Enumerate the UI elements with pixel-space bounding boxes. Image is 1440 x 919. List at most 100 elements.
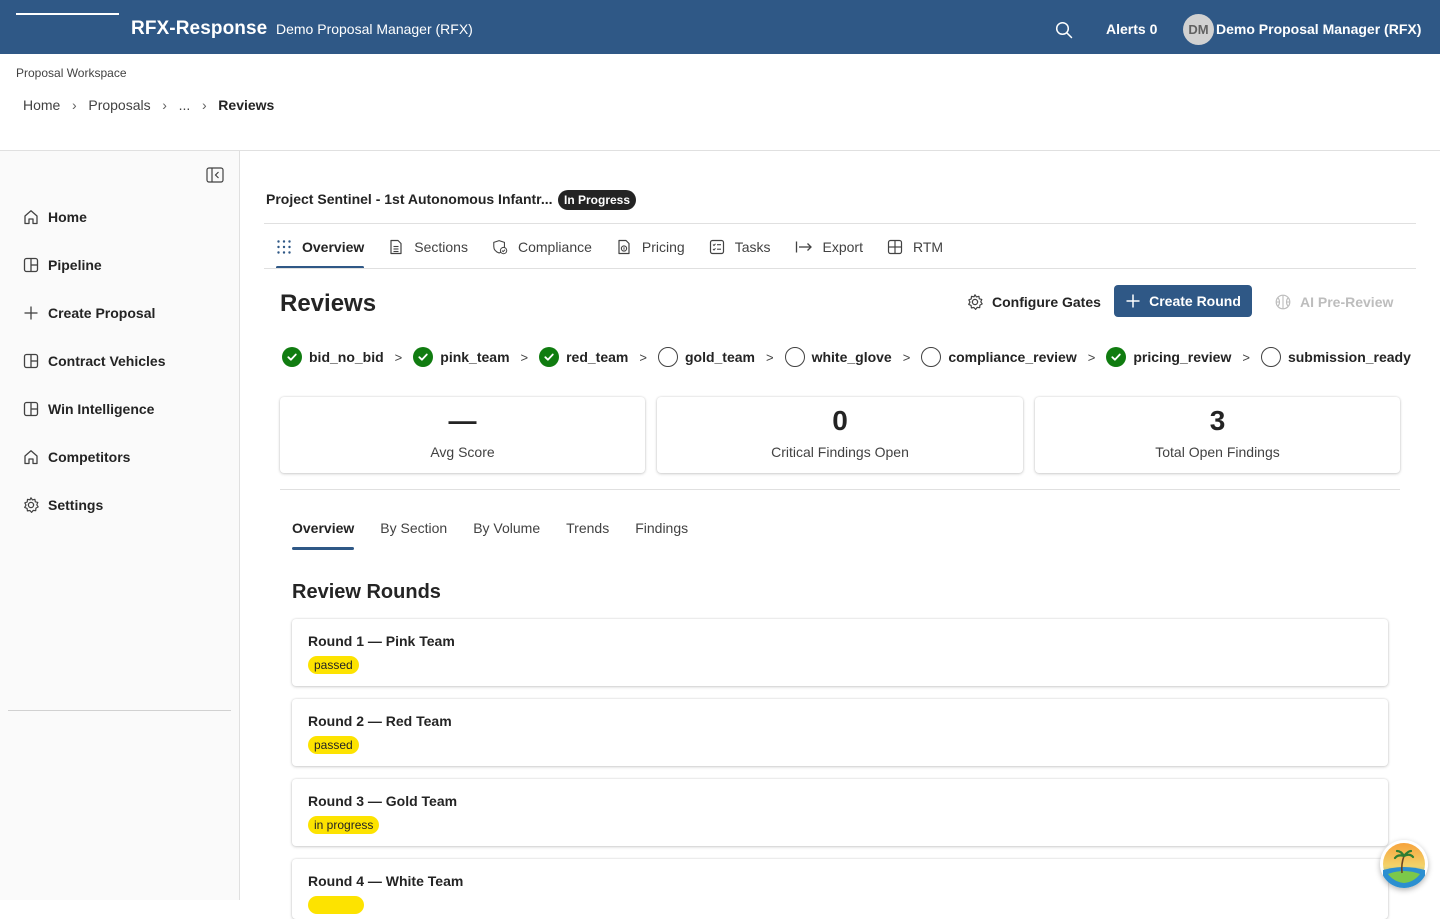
- tab-compliance[interactable]: Compliance: [482, 226, 602, 268]
- gate-label: pink_team: [440, 349, 510, 365]
- search-icon[interactable]: [1055, 21, 1073, 39]
- round-card[interactable]: Round 2 — Red Team passed: [292, 699, 1388, 766]
- proposal-tabs: Overview Sections Compliance Pricing Tas…: [266, 226, 957, 269]
- gate-pricing-review[interactable]: pricing_review: [1106, 347, 1231, 367]
- subtab-by-volume[interactable]: By Volume: [461, 512, 552, 550]
- sidebar-item-label: Home: [48, 209, 87, 225]
- gate-label: gold_team: [684, 349, 755, 365]
- stat-card-critical-findings: 0 Critical Findings Open: [657, 397, 1023, 473]
- round-card[interactable]: Round 3 — Gold Team in progress: [292, 779, 1388, 846]
- gate-pink-team[interactable]: pink_team: [413, 347, 510, 367]
- breadcrumb-current: Reviews: [218, 97, 275, 113]
- empty-circle-icon: [657, 347, 678, 367]
- subtab-trends[interactable]: Trends: [554, 512, 621, 550]
- chevron-right-icon: ›: [201, 97, 207, 113]
- gate-label: red_team: [566, 349, 629, 365]
- tab-sections[interactable]: Sections: [378, 226, 478, 268]
- sidebar-nav: Home Pipeline Create Proposal Contract V…: [0, 193, 239, 529]
- subtab-findings[interactable]: Findings: [623, 512, 700, 550]
- sidebar-item-contract-vehicles[interactable]: Contract Vehicles: [0, 337, 239, 385]
- sidebar-item-home[interactable]: Home: [0, 193, 239, 241]
- gate-label: pricing_review: [1133, 349, 1232, 365]
- empty-circle-icon: [1260, 347, 1281, 367]
- alerts-button[interactable]: Alerts 0: [1106, 21, 1157, 37]
- tab-export[interactable]: Export: [785, 226, 873, 268]
- tab-label: Overview: [302, 239, 365, 255]
- sidebar: Home Pipeline Create Proposal Contract V…: [0, 151, 240, 900]
- subtab-by-section[interactable]: By Section: [368, 512, 459, 550]
- chevron-right-icon: ›: [72, 97, 77, 113]
- gate-red-team[interactable]: red_team: [539, 347, 628, 367]
- sidebar-item-label: Create Proposal: [48, 305, 156, 321]
- tab-overview[interactable]: Overview: [266, 226, 374, 269]
- round-card[interactable]: Round 4 — White Team: [292, 859, 1388, 919]
- sidebar-item-label: Win Intelligence: [48, 401, 155, 417]
- breadcrumb-ellipsis[interactable]: ...: [179, 97, 191, 113]
- brain-icon: [1274, 293, 1292, 311]
- home-icon: [22, 448, 40, 466]
- create-round-label: Create Round: [1149, 293, 1241, 309]
- page-title: Reviews: [280, 290, 377, 317]
- gate-separator: >: [520, 349, 529, 365]
- subtab-overview[interactable]: Overview: [280, 512, 366, 550]
- assistant-fab-icon[interactable]: [1380, 840, 1428, 888]
- gate-gold-team[interactable]: gold_team: [657, 347, 755, 367]
- gate-white-glove[interactable]: white_glove: [784, 347, 892, 367]
- gates-stepper: bid_no_bid > pink_team > red_team > gold…: [282, 346, 1411, 368]
- stat-card-avg-score: — Avg Score: [280, 397, 645, 473]
- tab-tasks[interactable]: Tasks: [699, 226, 781, 268]
- title-divider: [264, 223, 1416, 224]
- configure-gates-label: Configure Gates: [992, 294, 1101, 310]
- gate-label: bid_no_bid: [309, 349, 384, 365]
- arrow-export-icon: [795, 239, 813, 255]
- top-bar: RFX-Response Demo Proposal Manager (RFX)…: [0, 0, 1440, 54]
- document-money-icon: [616, 239, 632, 255]
- sidebar-item-create-proposal[interactable]: Create Proposal: [0, 289, 239, 337]
- chevron-right-icon: ›: [162, 97, 167, 113]
- status-badge: [308, 896, 364, 914]
- sidebar-item-pipeline[interactable]: Pipeline: [0, 241, 239, 289]
- tabs-divider: [264, 268, 1416, 269]
- tab-label: Export: [822, 239, 863, 255]
- shield-check-icon: [492, 239, 508, 255]
- collapse-sidebar-icon[interactable]: [206, 167, 224, 183]
- gate-separator: >: [1087, 349, 1096, 365]
- breadcrumb-home[interactable]: Home: [23, 97, 60, 113]
- create-round-button[interactable]: Create Round: [1114, 285, 1252, 317]
- gate-separator: >: [394, 349, 403, 365]
- table-icon: [887, 239, 903, 255]
- sidebar-item-label: Contract Vehicles: [48, 353, 166, 369]
- sidebar-item-settings[interactable]: Settings: [0, 481, 239, 529]
- gate-compliance-review[interactable]: compliance_review: [921, 347, 1077, 367]
- app-brand[interactable]: RFX-Response: [131, 18, 267, 40]
- round-title: Round 1 — Pink Team: [308, 633, 455, 649]
- empty-circle-icon: [784, 347, 805, 367]
- home-icon: [22, 208, 40, 226]
- board-icon: [22, 400, 40, 418]
- gate-separator: >: [902, 349, 911, 365]
- check-circle-icon: [413, 347, 434, 367]
- stat-label: Critical Findings Open: [771, 444, 909, 460]
- section-title: Review Rounds: [292, 581, 441, 603]
- sidebar-item-win-intelligence[interactable]: Win Intelligence: [0, 385, 239, 433]
- stat-value: 3: [1209, 405, 1226, 436]
- breadcrumb-proposals[interactable]: Proposals: [88, 97, 150, 113]
- round-card[interactable]: Round 1 — Pink Team passed: [292, 619, 1388, 686]
- gate-label: submission_ready: [1287, 349, 1411, 365]
- tab-rtm[interactable]: RTM: [877, 226, 953, 268]
- tab-pricing[interactable]: Pricing: [606, 226, 695, 268]
- check-circle-icon: [1106, 347, 1127, 367]
- gate-submission-ready[interactable]: submission_ready: [1260, 347, 1411, 367]
- status-badge: In Progress: [558, 190, 637, 210]
- gate-bid-no-bid[interactable]: bid_no_bid: [282, 347, 384, 367]
- sidebar-divider: [8, 710, 231, 711]
- gate-label: compliance_review: [948, 349, 1077, 365]
- check-circle-icon: [539, 347, 560, 367]
- avatar[interactable]: DM: [1183, 14, 1214, 45]
- grid-dots-icon: [276, 239, 292, 255]
- sidebar-item-competitors[interactable]: Competitors: [0, 433, 239, 481]
- user-name[interactable]: Demo Proposal Manager (RFX): [1216, 21, 1421, 37]
- ai-pre-review-button[interactable]: AI Pre-Review: [1268, 287, 1399, 317]
- tab-label: Compliance: [517, 239, 592, 255]
- configure-gates-button[interactable]: Configure Gates: [960, 287, 1107, 317]
